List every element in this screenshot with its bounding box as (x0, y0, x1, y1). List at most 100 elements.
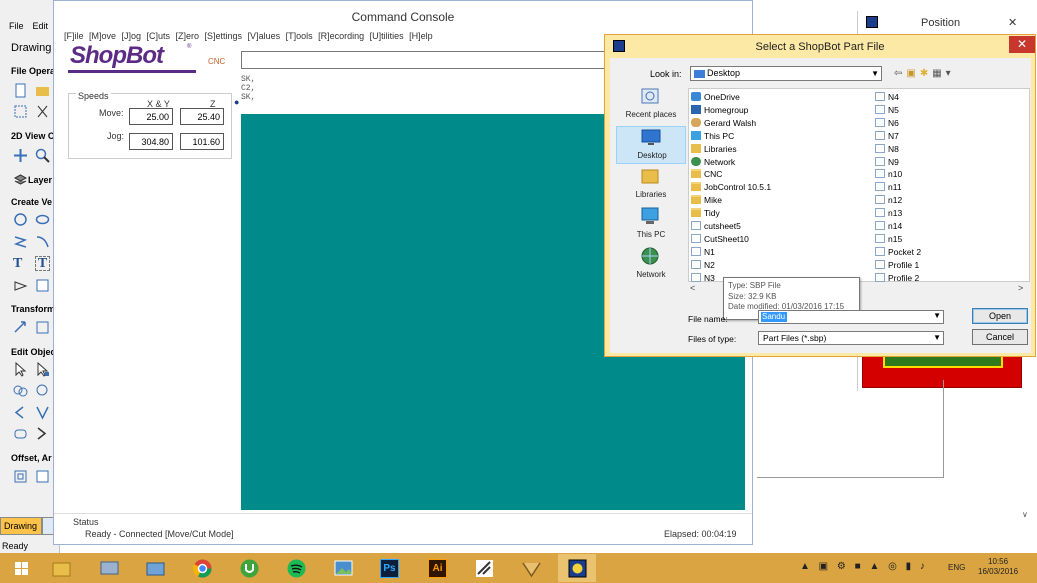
job-setup-icon[interactable] (13, 104, 28, 119)
file-list-item[interactable]: cutsheet5 (691, 220, 741, 232)
weld-icon[interactable] (13, 383, 28, 398)
text-on-curve-icon[interactable]: T (35, 256, 50, 271)
file-list-item[interactable]: JobControl 10.5.1 (691, 181, 771, 193)
file-list-item[interactable]: n13 (875, 207, 902, 219)
file-list-item[interactable]: n12 (875, 194, 902, 206)
up-folder-icon[interactable]: ▣ (906, 68, 919, 79)
file-list-item[interactable]: Network (691, 156, 735, 168)
move-object-icon[interactable] (13, 320, 28, 335)
file-list-item[interactable]: Profile 1 (875, 259, 919, 271)
taskbar-clock[interactable]: 10:56 16/03/2016 (978, 557, 1018, 577)
scroll-down-arrow-icon[interactable]: ∨ (1022, 510, 1028, 519)
file-list-item[interactable]: Homegroup (691, 104, 748, 116)
file-list-item[interactable]: N6 (875, 117, 899, 129)
taskbar-photos[interactable] (324, 554, 362, 582)
node-edit-icon[interactable] (13, 278, 28, 293)
view-menu-icon[interactable]: ▦▾ (932, 68, 954, 79)
subtract-icon[interactable] (35, 383, 50, 398)
file-list-item[interactable]: N8 (875, 143, 899, 155)
drawing-header[interactable]: Drawing (11, 42, 51, 54)
taskbar-explorer[interactable] (42, 554, 80, 582)
trim-icon[interactable] (35, 405, 50, 420)
file-list-item[interactable]: CNC (691, 168, 722, 180)
cancel-button[interactable]: Cancel (972, 329, 1028, 345)
file-list-item[interactable]: Profile 2 (875, 272, 919, 284)
jog-xy-field[interactable]: 304.80 (129, 133, 173, 150)
taskbar-folder[interactable] (136, 554, 174, 582)
draw-polyline-icon[interactable] (13, 234, 28, 249)
scale-object-icon[interactable] (35, 320, 50, 335)
select-icon[interactable] (13, 362, 28, 377)
node-select-icon[interactable] (35, 362, 50, 377)
dialog-nav-buttons[interactable]: ⇦▣✱▦▾ (894, 68, 955, 79)
file-list-item[interactable]: Pocket 2 (875, 246, 921, 258)
trace-icon[interactable] (35, 278, 50, 293)
file-list-item[interactable]: Libraries (691, 143, 737, 155)
file-list-item[interactable]: N1 (691, 246, 715, 258)
zoom-icon[interactable] (35, 148, 50, 163)
file-list-item[interactable]: Tidy (691, 207, 720, 219)
array-icon[interactable] (35, 469, 50, 484)
layers-icon[interactable] (13, 172, 28, 187)
files-of-type-dropdown[interactable]: Part Files (*.sbp) ▼ (758, 331, 944, 345)
file-list-item[interactable]: n11 (875, 181, 902, 193)
right-scrollbar[interactable]: ∨ (1018, 380, 1036, 540)
taskbar-vcarve[interactable] (512, 554, 550, 582)
position-close-button[interactable]: ✕ (1008, 11, 1017, 35)
place-network[interactable]: Network (616, 246, 686, 284)
file-list-item[interactable]: N9 (875, 156, 899, 168)
place-this-pc[interactable]: This PC (616, 206, 686, 244)
dialog-close-button[interactable]: ✕ (1009, 36, 1035, 53)
new-folder-icon[interactable]: ✱ (920, 68, 932, 79)
pan-icon[interactable] (13, 148, 28, 163)
scroll-right-icon[interactable]: > (1018, 283, 1023, 293)
place-recent[interactable]: Recent places (616, 86, 686, 124)
menu-file[interactable]: File (9, 21, 24, 31)
menu-edit[interactable]: Edit (33, 21, 49, 31)
taskbar-chrome[interactable] (183, 554, 221, 582)
file-list-item[interactable]: N2 (691, 259, 715, 271)
open-button[interactable]: Open (972, 308, 1028, 324)
file-list-item[interactable]: N4 (875, 91, 899, 103)
place-desktop[interactable]: Desktop (616, 126, 686, 164)
chevron-down-icon[interactable]: ▼ (933, 311, 941, 320)
console-menubar[interactable]: [F]ile [M]ove [J]og [C]uts [Z]ero [S]ett… (64, 31, 433, 41)
jog-z-field[interactable]: 101.60 (180, 133, 224, 150)
draw-curve-icon[interactable] (35, 234, 50, 249)
draw-ellipse-icon[interactable] (35, 212, 50, 227)
move-xy-field[interactable]: 25.00 (129, 108, 173, 125)
offset-icon[interactable] (13, 469, 28, 484)
drawing-tab[interactable]: Drawing (0, 517, 42, 535)
cut-icon[interactable] (35, 104, 50, 119)
taskbar-shopbot-console[interactable] (558, 554, 596, 582)
open-file-icon[interactable] (35, 83, 50, 98)
file-list-item[interactable]: N5 (875, 104, 899, 116)
back-icon[interactable]: ⇦ (894, 68, 906, 79)
taskbar-illustrator[interactable]: Ai (418, 554, 456, 582)
scroll-left-icon[interactable]: < (690, 283, 695, 293)
file-list-item[interactable]: n15 (875, 233, 902, 245)
language-indicator[interactable]: ENG (948, 563, 965, 572)
file-list-item[interactable]: Gerard Walsh (691, 117, 756, 129)
join-icon[interactable] (13, 426, 28, 441)
mirror-icon[interactable] (13, 405, 28, 420)
taskbar-utorrent[interactable] (230, 554, 268, 582)
file-list-item[interactable]: OneDrive (691, 91, 740, 103)
file-list-item[interactable]: N7 (875, 130, 899, 142)
file-list-item[interactable]: n14 (875, 220, 902, 232)
file-name-input[interactable]: Sandu ▼ (758, 310, 944, 324)
taskbar-spotify[interactable] (277, 554, 315, 582)
file-list-item[interactable]: Mike (691, 194, 722, 206)
file-list-item[interactable]: n10 (875, 168, 902, 180)
draw-text-icon[interactable]: T (13, 256, 28, 271)
curve-fit-icon[interactable] (35, 426, 50, 441)
start-button[interactable] (0, 554, 40, 582)
taskbar-photoshop[interactable]: Ps (370, 554, 408, 582)
move-z-field[interactable]: 25.40 (180, 108, 224, 125)
file-list-item[interactable]: This PC (691, 130, 734, 142)
system-tray[interactable]: ▲ ▣ ⚙ ■ ▲ ◎ ▮ ♪ (800, 561, 928, 572)
file-list-item[interactable]: N3 (691, 272, 715, 284)
place-libraries[interactable]: Libraries (616, 166, 686, 204)
file-list-item[interactable]: CutSheet10 (691, 233, 749, 245)
taskbar-network-drive[interactable] (90, 554, 128, 582)
